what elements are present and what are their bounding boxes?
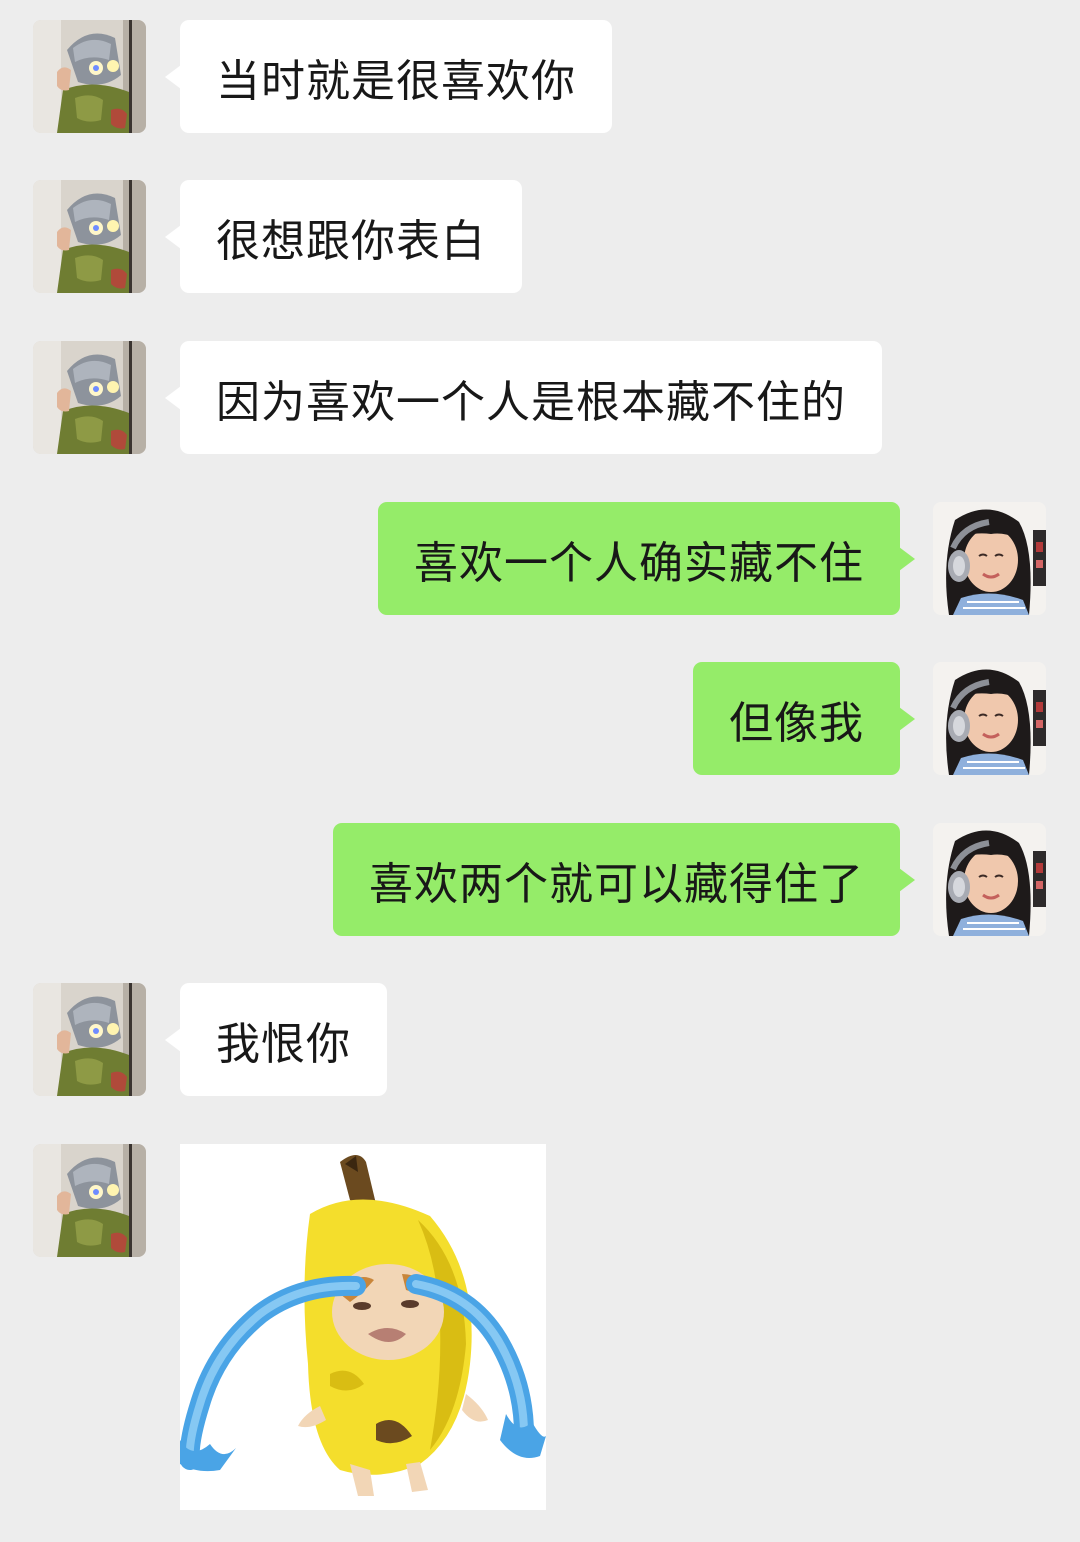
outgoing-message-bubble[interactable]: 喜欢两个就可以藏得住了: [333, 823, 915, 936]
contact-avatar[interactable]: [33, 1144, 146, 1257]
message-row: [0, 1144, 1080, 1510]
contact-avatar[interactable]: [33, 983, 146, 1096]
sticker-message[interactable]: [180, 1144, 546, 1510]
outgoing-message-bubble[interactable]: 喜欢一个人确实藏不住: [378, 502, 915, 615]
contact-avatar[interactable]: [33, 180, 146, 293]
girl-with-headphones-avatar-icon: [933, 662, 1046, 775]
message-row: 很想跟你表白: [0, 180, 1080, 293]
masked-hero-avatar-icon: [33, 983, 146, 1096]
message-row: 我恨你: [0, 983, 1080, 1096]
incoming-message-bubble[interactable]: 很想跟你表白: [165, 180, 522, 293]
masked-hero-avatar-icon: [33, 341, 146, 454]
user-avatar[interactable]: [933, 823, 1046, 936]
incoming-message-bubble[interactable]: 我恨你: [165, 983, 387, 1096]
outgoing-message-bubble[interactable]: 但像我: [693, 662, 915, 775]
contact-avatar[interactable]: [33, 341, 146, 454]
message-row: 因为喜欢一个人是根本藏不住的: [0, 341, 1080, 454]
masked-hero-avatar-icon: [33, 180, 146, 293]
user-avatar[interactable]: [933, 662, 1046, 775]
incoming-message-bubble[interactable]: 因为喜欢一个人是根本藏不住的: [165, 341, 882, 454]
message-row: 但像我: [0, 662, 1080, 775]
user-avatar[interactable]: [933, 502, 1046, 615]
masked-hero-avatar-icon: [33, 1144, 146, 1257]
contact-avatar[interactable]: [33, 20, 146, 133]
incoming-message-bubble[interactable]: 当时就是很喜欢你: [165, 20, 612, 133]
message-row: 喜欢两个就可以藏得住了: [0, 823, 1080, 936]
masked-hero-avatar-icon: [33, 20, 146, 133]
girl-with-headphones-avatar-icon: [933, 502, 1046, 615]
message-row: 喜欢一个人确实藏不住: [0, 502, 1080, 615]
crying-banana-cat-icon: [180, 1144, 546, 1510]
message-row: 当时就是很喜欢你: [0, 20, 1080, 133]
girl-with-headphones-avatar-icon: [933, 823, 1046, 936]
